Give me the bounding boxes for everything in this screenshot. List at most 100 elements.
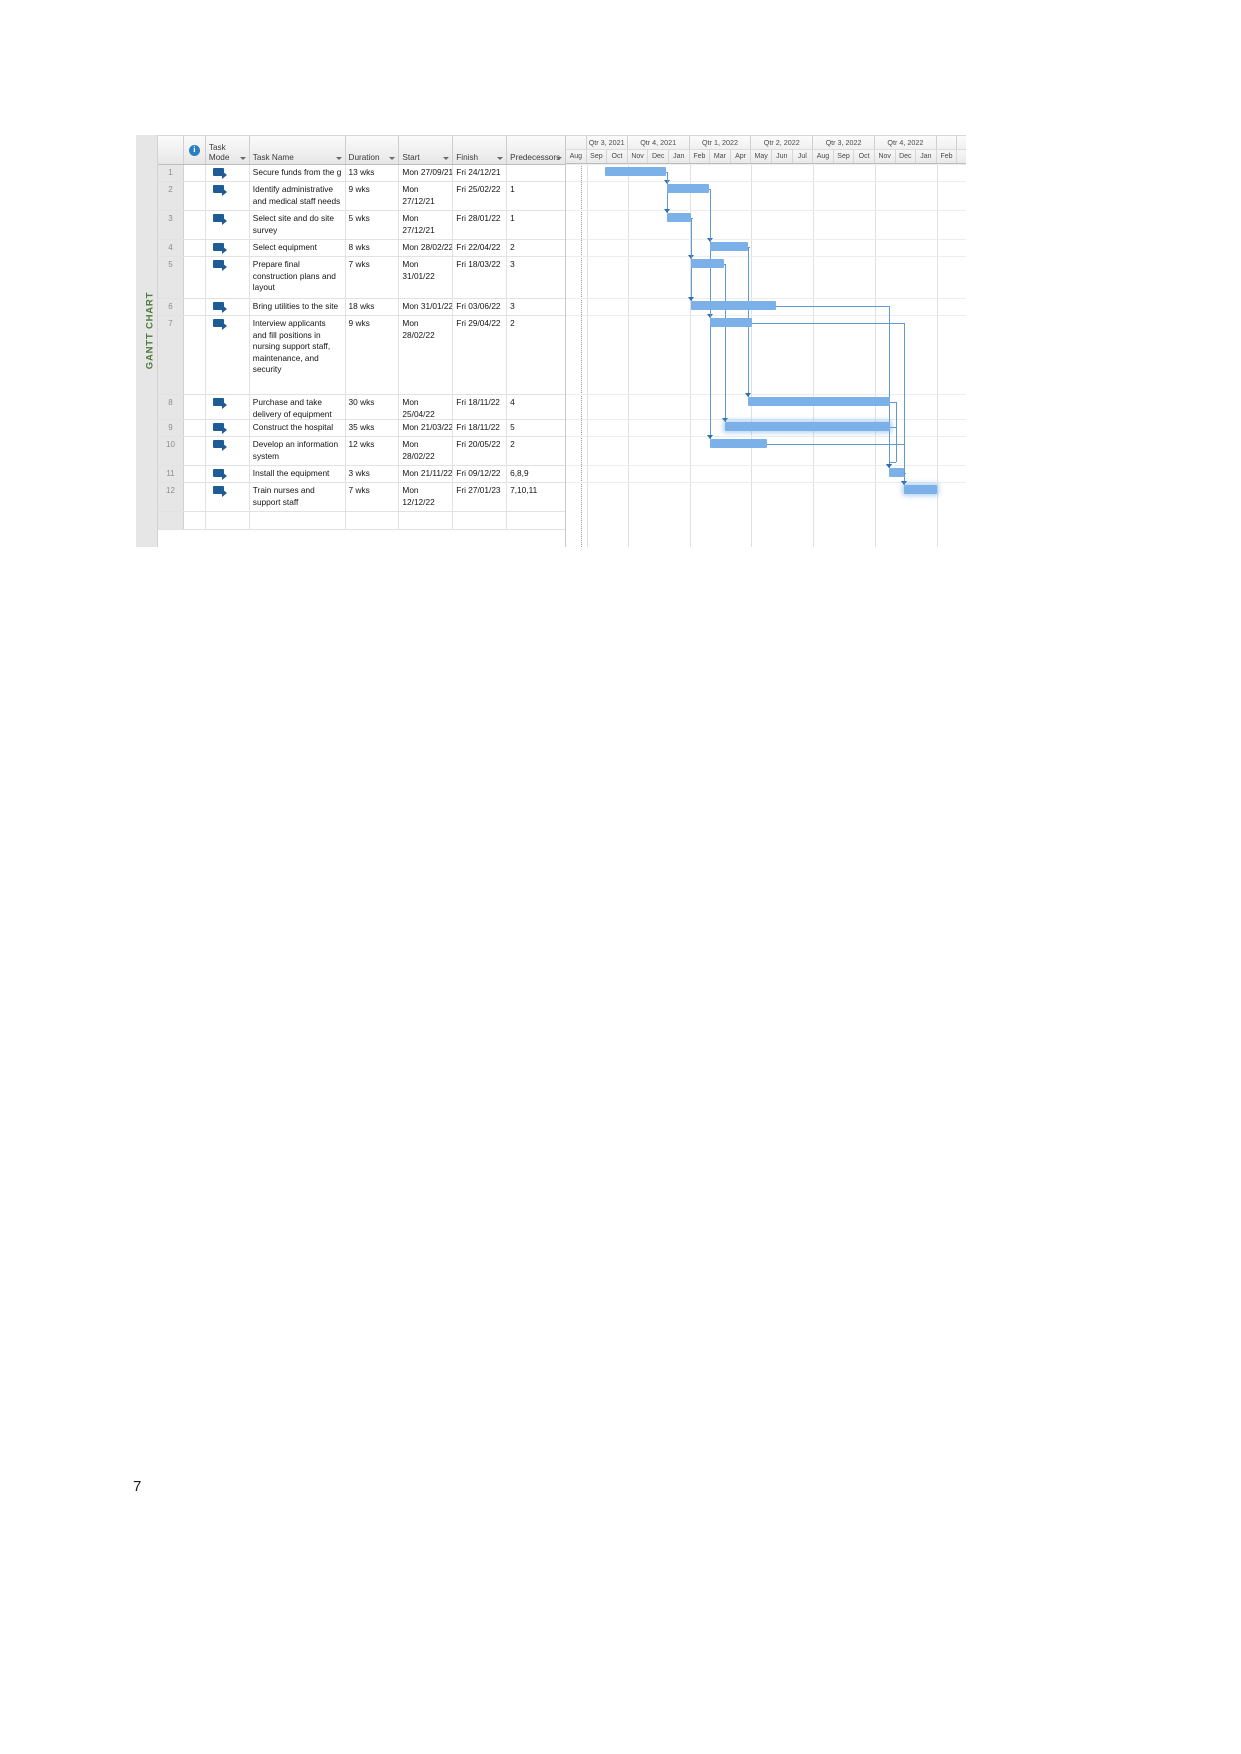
row-predecessors-cell[interactable]: 1 bbox=[507, 182, 565, 210]
row-start-cell[interactable]: Mon 12/12/22 bbox=[399, 483, 454, 511]
row-duration-cell[interactable]: 5 wks bbox=[346, 211, 400, 239]
row-predecessors-cell[interactable]: 5 bbox=[507, 420, 565, 436]
row-task-mode-cell[interactable] bbox=[206, 299, 250, 315]
row-finish-cell[interactable]: Fri 27/01/23 bbox=[453, 483, 508, 511]
row-start-cell[interactable]: Mon 25/04/22 bbox=[399, 395, 454, 419]
row-duration-cell[interactable]: 8 wks bbox=[346, 240, 400, 256]
row-duration-cell[interactable]: 12 wks bbox=[346, 437, 400, 465]
column-header-task-mode[interactable]: Task Mode bbox=[206, 136, 250, 164]
row-duration-cell[interactable]: 13 wks bbox=[346, 165, 400, 181]
column-header-predecessors[interactable]: Predecessors bbox=[507, 136, 565, 164]
gantt-bar-task-7[interactable] bbox=[710, 318, 753, 327]
row-start-cell[interactable]: Mon 28/02/22 bbox=[399, 240, 454, 256]
chevron-down-icon-duration[interactable] bbox=[389, 157, 396, 160]
chevron-down-icon-task-name[interactable] bbox=[335, 157, 342, 160]
row-duration-cell[interactable]: 35 wks bbox=[346, 420, 400, 436]
column-header-start[interactable]: Start bbox=[399, 136, 454, 164]
column-header-task-name[interactable]: Task Name bbox=[250, 136, 346, 164]
row-task-mode-cell[interactable] bbox=[206, 316, 250, 394]
row-predecessors-cell[interactable]: 3 bbox=[507, 299, 565, 315]
row-predecessors-cell[interactable]: 3 bbox=[507, 257, 565, 298]
chevron-down-icon-finish[interactable] bbox=[497, 157, 504, 160]
table-row[interactable]: 11 Install the equipment 3 wks Mon 21/11/22… bbox=[158, 466, 565, 483]
row-task-name-cell[interactable]: Install the equipment bbox=[250, 466, 346, 482]
row-start-cell[interactable]: Mon 21/11/22 bbox=[399, 466, 454, 482]
row-finish-cell[interactable]: Fri 18/03/22 bbox=[453, 257, 508, 298]
row-task-mode-cell[interactable] bbox=[206, 395, 250, 419]
row-task-mode-cell[interactable] bbox=[206, 165, 250, 181]
row-predecessors-cell[interactable]: 4 bbox=[507, 395, 565, 419]
row-predecessors-cell[interactable]: 2 bbox=[507, 240, 565, 256]
row-task-name-cell[interactable]: Develop an information system bbox=[250, 437, 346, 465]
row-duration-cell[interactable]: 9 wks bbox=[346, 316, 400, 394]
row-predecessors-cell[interactable]: 7,10,11 bbox=[507, 483, 565, 511]
row-duration-cell[interactable]: 3 wks bbox=[346, 466, 400, 482]
gantt-bar-task-6[interactable] bbox=[690, 301, 777, 310]
row-start-cell[interactable]: Mon 27/09/21 bbox=[399, 165, 454, 181]
row-finish-cell[interactable]: Fri 18/11/22 bbox=[453, 395, 508, 419]
row-duration-cell[interactable]: 9 wks bbox=[346, 182, 400, 210]
gantt-bar-task-2[interactable] bbox=[666, 184, 710, 193]
row-duration-cell[interactable]: 18 wks bbox=[346, 299, 400, 315]
row-start-cell[interactable]: Mon 31/01/22 bbox=[399, 299, 454, 315]
gantt-bar-task-1[interactable] bbox=[605, 167, 666, 176]
column-header-indicators[interactable]: i bbox=[184, 136, 206, 164]
table-row[interactable]: 6 Bring utilities to the site 18 wks Mon 31… bbox=[158, 299, 565, 316]
column-header-finish[interactable]: Finish bbox=[453, 136, 508, 164]
row-task-name-cell[interactable]: Select site and do site survey bbox=[250, 211, 346, 239]
row-task-mode-cell[interactable] bbox=[206, 257, 250, 298]
row-predecessors-cell[interactable] bbox=[507, 165, 565, 181]
row-finish-cell[interactable]: Fri 22/04/22 bbox=[453, 240, 508, 256]
chevron-down-icon-predecessors[interactable] bbox=[555, 157, 562, 160]
table-row[interactable]: 2 Identify administrative and medical sta… bbox=[158, 182, 565, 211]
row-task-mode-cell[interactable] bbox=[206, 420, 250, 436]
row-start-cell[interactable]: Mon 21/03/22 bbox=[399, 420, 454, 436]
gantt-bar-task-12[interactable] bbox=[903, 485, 937, 494]
gantt-grid-area[interactable] bbox=[566, 164, 966, 547]
gantt-bar-task-3[interactable] bbox=[666, 213, 691, 222]
row-finish-cell[interactable]: Fri 03/06/22 bbox=[453, 299, 508, 315]
row-task-name-cell[interactable]: Purchase and take delivery of equipment bbox=[250, 395, 346, 419]
row-start-cell[interactable]: Mon 31/01/22 bbox=[399, 257, 454, 298]
row-task-name-cell[interactable]: Bring utilities to the site bbox=[250, 299, 346, 315]
row-task-mode-cell[interactable] bbox=[206, 483, 250, 511]
gantt-bar-task-4[interactable] bbox=[710, 242, 749, 251]
row-task-name-cell[interactable]: Train nurses and support staff bbox=[250, 483, 346, 511]
gantt-bar-task-11[interactable] bbox=[889, 468, 904, 477]
column-header-duration[interactable]: Duration bbox=[346, 136, 400, 164]
row-finish-cell[interactable]: Fri 29/04/22 bbox=[453, 316, 508, 394]
gantt-bar-task-8[interactable] bbox=[748, 397, 891, 406]
row-task-mode-cell[interactable] bbox=[206, 437, 250, 465]
table-row[interactable]: 8 Purchase and take delivery of equipment… bbox=[158, 395, 565, 420]
gantt-bar-task-9[interactable] bbox=[724, 422, 891, 431]
row-duration-cell[interactable]: 7 wks bbox=[346, 257, 400, 298]
row-start-cell[interactable]: Mon 28/02/22 bbox=[399, 316, 454, 394]
row-task-name-cell[interactable]: Construct the hospital bbox=[250, 420, 346, 436]
row-task-mode-cell[interactable] bbox=[206, 466, 250, 482]
row-predecessors-cell[interactable]: 6,8,9 bbox=[507, 466, 565, 482]
row-task-mode-cell[interactable] bbox=[206, 240, 250, 256]
row-finish-cell[interactable]: Fri 20/05/22 bbox=[453, 437, 508, 465]
row-task-name-cell[interactable]: Interview applicants and fill positions … bbox=[250, 316, 346, 394]
row-finish-cell[interactable]: Fri 28/01/22 bbox=[453, 211, 508, 239]
row-predecessors-cell[interactable]: 2 bbox=[507, 437, 565, 465]
row-start-cell[interactable]: Mon 28/02/22 bbox=[399, 437, 454, 465]
table-row[interactable]: 4 Select equipment 8 wks Mon 28/02/22 Fri 22… bbox=[158, 240, 565, 257]
table-row[interactable]: 12 Train nurses and support staff 7 wks Mon… bbox=[158, 483, 565, 512]
table-row[interactable]: 3 Select site and do site survey 5 wks Mon 2… bbox=[158, 211, 565, 240]
table-row[interactable]: 1 Secure funds from the g 13 wks Mon 27/09/… bbox=[158, 165, 565, 182]
row-task-mode-cell[interactable] bbox=[206, 211, 250, 239]
table-row[interactable]: 10 Develop an information system 12 wks Mon… bbox=[158, 437, 565, 466]
row-finish-cell[interactable]: Fri 18/11/22 bbox=[453, 420, 508, 436]
chevron-down-icon-task-mode[interactable] bbox=[239, 157, 246, 160]
row-start-cell[interactable]: Mon 27/12/21 bbox=[399, 182, 454, 210]
row-predecessors-cell[interactable]: 2 bbox=[507, 316, 565, 394]
row-duration-cell[interactable]: 30 wks bbox=[346, 395, 400, 419]
chevron-down-icon-start[interactable] bbox=[443, 157, 450, 160]
row-task-mode-cell[interactable] bbox=[206, 182, 250, 210]
table-row[interactable]: 7 Interview applicants and fill positions… bbox=[158, 316, 565, 395]
table-row[interactable]: 9 Construct the hospital 35 wks Mon 21/03/2… bbox=[158, 420, 565, 437]
column-header-id[interactable] bbox=[158, 136, 184, 164]
row-task-name-cell[interactable]: Identify administrative and medical staf… bbox=[250, 182, 346, 210]
row-finish-cell[interactable]: Fri 09/12/22 bbox=[453, 466, 508, 482]
